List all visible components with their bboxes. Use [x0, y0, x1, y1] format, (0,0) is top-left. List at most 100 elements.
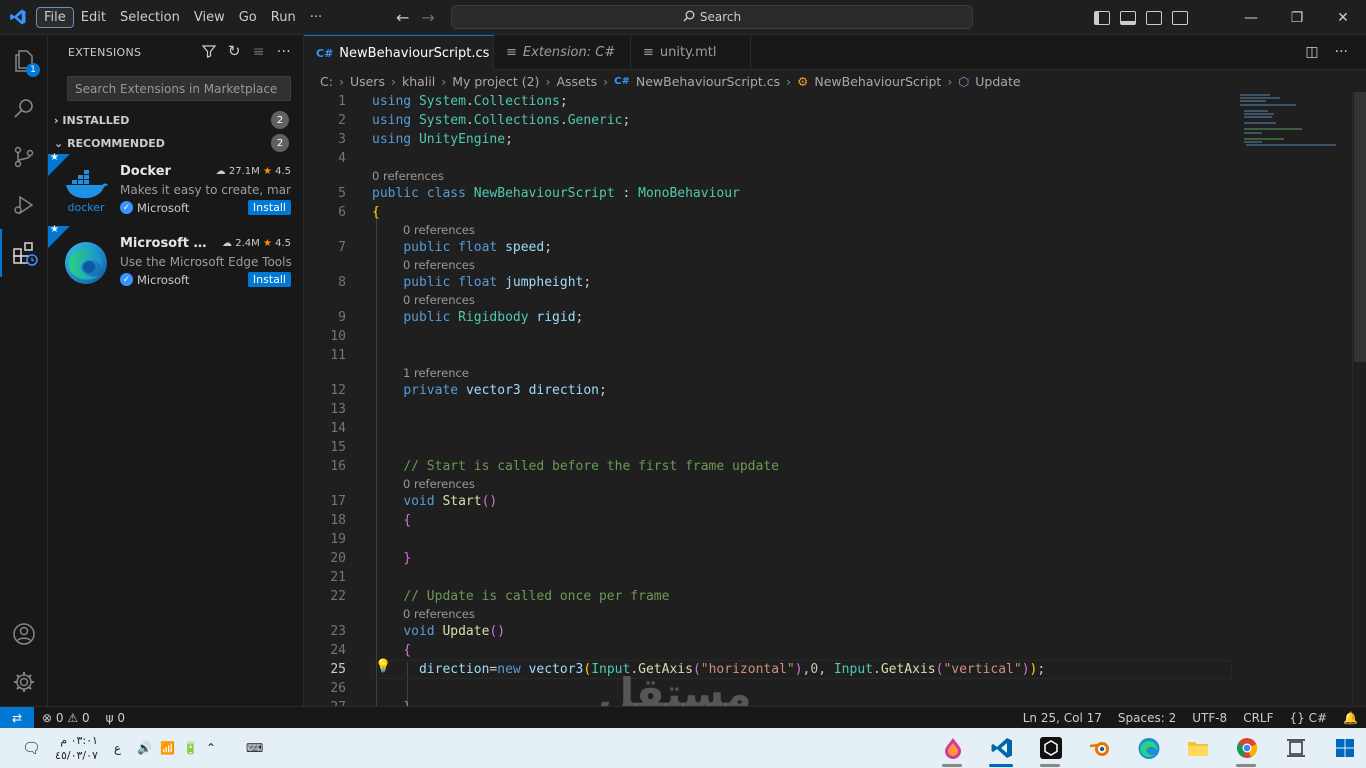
task-view-icon[interactable]: [1271, 728, 1320, 768]
editor-scrollbar[interactable]: [1352, 92, 1366, 706]
code-line: 22 // Update is called once per frame: [330, 589, 670, 604]
file-icon: ≡: [643, 45, 654, 60]
explorer-icon[interactable]: 1: [0, 37, 48, 85]
extensions-search-input[interactable]: Search Extensions in Marketplace: [67, 76, 291, 101]
install-button[interactable]: Install: [247, 200, 291, 215]
vscode-app-icon[interactable]: [977, 728, 1026, 768]
codelens-references[interactable]: 0 references: [403, 222, 475, 238]
clock[interactable]: ٠٣:٠١ م ٤٥/٠٣/٠٧: [55, 733, 98, 763]
accounts-icon[interactable]: [0, 610, 48, 658]
menu-selection[interactable]: Selection: [113, 8, 187, 27]
encoding-status[interactable]: UTF-8: [1184, 711, 1235, 725]
minimize-button[interactable]: —: [1228, 0, 1274, 35]
input-language[interactable]: ع: [114, 741, 121, 755]
extension-item-docker[interactable]: ★ docker Docker ☁ 27.1M ★ 4.5 Makes it e…: [48, 152, 303, 226]
start-windows-icon[interactable]: [1320, 728, 1366, 768]
customize-layout-icon[interactable]: [1172, 10, 1188, 25]
vscode-logo-icon: [0, 0, 36, 35]
status-bar: ⇄ ⊗ 0 ⚠ 0 ψ 0 Ln 25, Col 17 Spaces: 2 UT…: [0, 706, 1366, 729]
command-center-search[interactable]: Search: [451, 5, 973, 29]
back-arrow-icon[interactable]: ←: [396, 8, 409, 27]
lightbulb-quick-fix-icon[interactable]: 💡: [375, 659, 391, 674]
notification-center-icon[interactable]: 🗨: [22, 739, 41, 757]
tab-extension-csharp[interactable]: ≡ Extension: C#: [494, 35, 631, 70]
explorer-badge: 1: [26, 63, 40, 77]
volume-icon[interactable]: 🔊: [137, 741, 152, 755]
menu-view[interactable]: View: [187, 8, 232, 27]
show-hidden-icons-chevron-icon[interactable]: ⌃: [206, 741, 216, 755]
verified-badge-icon: ✓: [120, 201, 133, 214]
codelens-references[interactable]: 0 references: [403, 292, 475, 308]
menu-go[interactable]: Go: [232, 8, 264, 27]
toggle-panel-icon[interactable]: [1120, 10, 1136, 25]
sidebar-header: EXTENSIONS ↻ ≡ ···: [48, 35, 303, 70]
notifications-bell-icon[interactable]: 🔔: [1335, 711, 1366, 725]
scrollbar-thumb[interactable]: [1354, 92, 1366, 362]
source-control-icon[interactable]: [0, 133, 48, 181]
edge-app-icon[interactable]: [1124, 728, 1173, 768]
refresh-icon[interactable]: ↻: [228, 43, 241, 62]
install-button[interactable]: Install: [247, 272, 291, 287]
installed-count-badge: 2: [271, 111, 289, 129]
breadcrumb-item[interactable]: khalil: [402, 74, 435, 89]
language-status[interactable]: {} C#: [1282, 711, 1336, 725]
recommended-section-header[interactable]: ⌄ RECOMMENDED 2: [48, 132, 303, 154]
breadcrumb-item[interactable]: Users: [350, 74, 385, 89]
code-line: 20 }: [330, 551, 412, 566]
filter-icon[interactable]: [201, 44, 217, 62]
run-debug-icon[interactable]: [0, 181, 48, 229]
battery-icon[interactable]: 🔋: [183, 741, 198, 755]
tab-label: NewBehaviourScript.cs: [339, 45, 490, 61]
ports-status[interactable]: ψ 0: [98, 711, 133, 725]
breadcrumb-item[interactable]: Assets: [556, 74, 597, 89]
wifi-icon[interactable]: 📶: [160, 741, 175, 755]
cursor-position[interactable]: Ln 25, Col 17: [1015, 711, 1110, 725]
manage-gear-icon[interactable]: [0, 658, 48, 706]
clear-results-icon[interactable]: ≡: [253, 44, 265, 62]
restore-button[interactable]: ❐: [1274, 0, 1320, 35]
code-editor[interactable]: 1 using System.Collections; 2 using System…: [304, 92, 1352, 706]
indentation-status[interactable]: Spaces: 2: [1110, 711, 1184, 725]
forward-arrow-icon[interactable]: →: [421, 8, 434, 27]
tab-newbehaviourscript[interactable]: C# NewBehaviourScript.cs: [304, 35, 494, 70]
breadcrumb-item[interactable]: NewBehaviourScript.cs: [636, 74, 780, 89]
codelens-references[interactable]: 0 references: [372, 168, 444, 184]
keyboard-icon[interactable]: ⌨: [246, 741, 263, 755]
codelens-references[interactable]: 0 references: [403, 606, 475, 622]
close-button[interactable]: ✕: [1320, 0, 1366, 35]
codelens-references[interactable]: 0 references: [403, 257, 475, 273]
tab-unity-mtl[interactable]: ≡ unity.mtl: [631, 35, 751, 70]
codelens-references[interactable]: 0 references: [403, 476, 475, 492]
paint-app-icon[interactable]: [928, 728, 977, 768]
recommended-count-badge: 2: [271, 134, 289, 152]
menu-more[interactable]: ···: [303, 8, 329, 27]
editor-more-actions-icon[interactable]: ···: [1335, 44, 1348, 60]
codelens-references[interactable]: 1 reference: [403, 365, 469, 381]
menu-edit[interactable]: Edit: [74, 8, 113, 27]
menu-file[interactable]: File: [36, 6, 74, 28]
breadcrumb-item[interactable]: Update: [975, 74, 1020, 89]
extensions-icon[interactable]: [0, 229, 48, 277]
search-view-icon[interactable]: [0, 85, 48, 133]
minimap[interactable]: [1234, 92, 1352, 192]
svg-text:docker: docker: [67, 201, 105, 214]
remote-indicator-icon[interactable]: ⇄: [0, 706, 34, 729]
installed-section-header[interactable]: › INSTALLED 2: [48, 109, 303, 131]
chrome-app-icon[interactable]: [1222, 728, 1271, 768]
split-editor-icon[interactable]: ◫: [1305, 44, 1318, 60]
system-tray: 🗨 ٠٣:٠١ م ٤٥/٠٣/٠٧ ع 🔊 📶 🔋 ⌃ ⌨: [0, 728, 263, 768]
eol-status[interactable]: CRLF: [1235, 711, 1281, 725]
toggle-sidebar-icon[interactable]: [1094, 10, 1110, 25]
title-right-controls: — ❐ ✕: [1094, 0, 1366, 35]
problems-status[interactable]: ⊗ 0 ⚠ 0: [34, 711, 98, 725]
more-actions-icon[interactable]: ···: [277, 44, 291, 62]
toggle-secondary-sidebar-icon[interactable]: [1146, 10, 1162, 25]
menu-run[interactable]: Run: [264, 8, 303, 27]
breadcrumb-item[interactable]: My project (2): [452, 74, 539, 89]
file-explorer-app-icon[interactable]: [1173, 728, 1222, 768]
breadcrumb-item[interactable]: NewBehaviourScript: [814, 74, 941, 89]
blender-app-icon[interactable]: [1075, 728, 1124, 768]
extension-item-edge-tools[interactable]: ★ Microsoft Edge Tools for VS Code ☁ 2.4…: [48, 224, 303, 298]
unity-app-icon[interactable]: [1026, 728, 1075, 768]
breadcrumb-item[interactable]: C:: [320, 74, 333, 89]
